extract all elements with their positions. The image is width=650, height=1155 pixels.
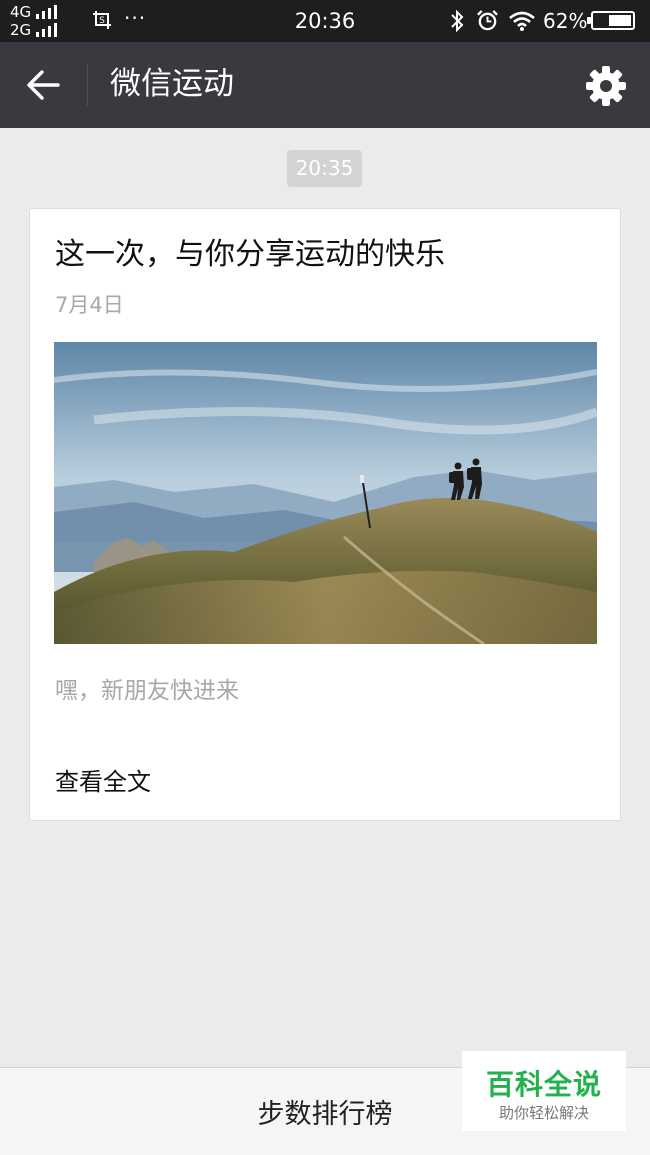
hikers-landscape-illustration bbox=[54, 342, 597, 644]
back-arrow-icon[interactable] bbox=[22, 65, 64, 105]
article-date: 7月4日 bbox=[55, 293, 124, 317]
article-card[interactable]: 这一次，与你分享运动的快乐 7月4日 嘿，新朋友快进来 查看全文 bbox=[29, 208, 621, 821]
battery-icon bbox=[587, 11, 635, 30]
battery-fill bbox=[609, 15, 631, 26]
battery-percent: 62% bbox=[543, 9, 588, 33]
alarm-icon bbox=[477, 10, 498, 31]
wifi-icon bbox=[509, 11, 535, 31]
watermark-subtitle: 助你轻松解决 bbox=[498, 1104, 589, 1122]
status-bar: 4G 2G S ··· 20:36 62% bbox=[0, 0, 650, 42]
read-full-article-link[interactable]: 查看全文 bbox=[55, 762, 151, 797]
gear-icon[interactable] bbox=[584, 64, 628, 108]
watermark-logo: 百科全说 助你轻松解决 bbox=[462, 1051, 626, 1131]
message-timestamp: 20:35 bbox=[287, 150, 362, 187]
bluetooth-icon bbox=[451, 9, 464, 33]
article-cover-image[interactable] bbox=[54, 342, 597, 644]
title-bar: 微信运动 bbox=[0, 42, 650, 128]
article-description: 嘿，新朋友快进来 bbox=[55, 678, 239, 704]
watermark-title: 百科全说 bbox=[485, 1068, 602, 1101]
page-title: 微信运动 bbox=[110, 66, 234, 102]
title-separator bbox=[87, 64, 88, 106]
article-title: 这一次，与你分享运动的快乐 bbox=[55, 237, 445, 272]
